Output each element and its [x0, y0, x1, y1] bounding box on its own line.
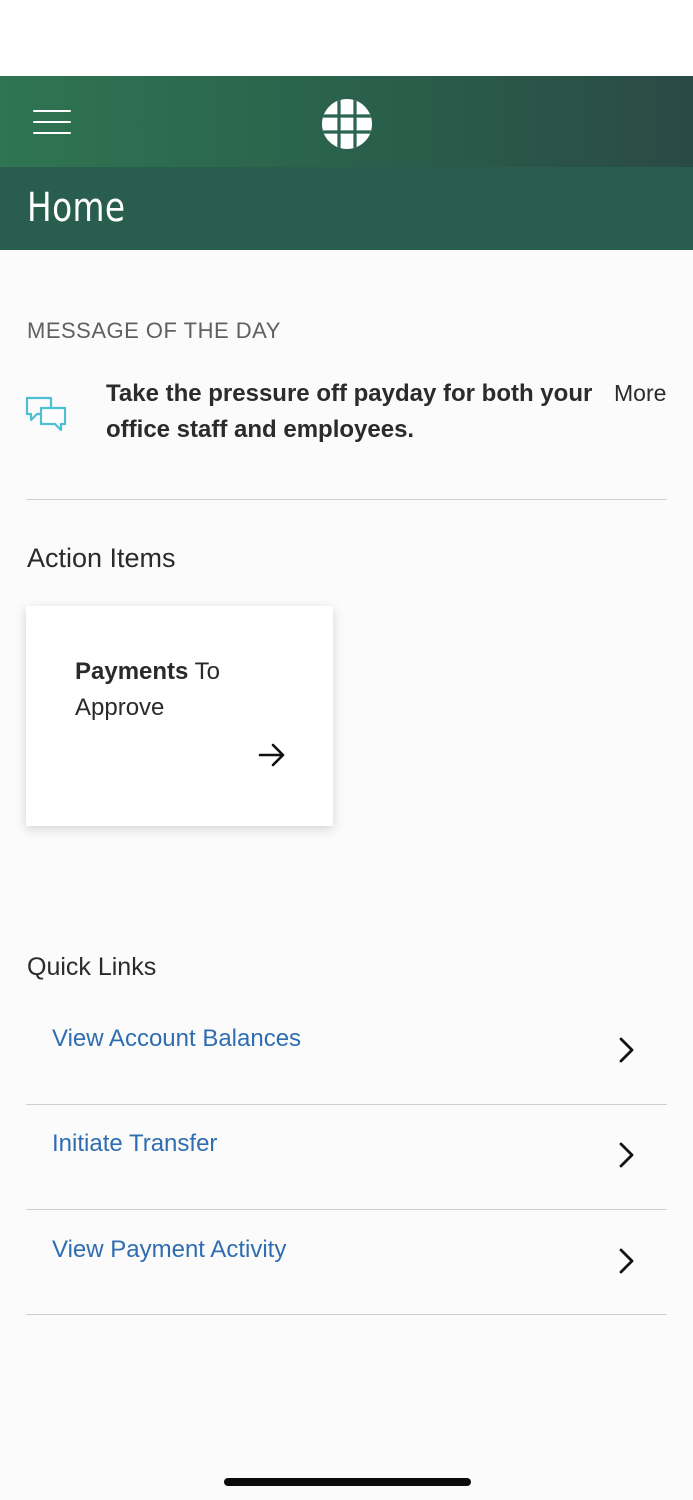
page-title: Home [27, 185, 126, 231]
divider [26, 499, 667, 500]
chevron-right-icon [619, 1037, 634, 1063]
message-more-link[interactable]: More [614, 380, 666, 407]
globe-grid-logo-icon [322, 99, 372, 149]
quick-link-label: View Account Balances [52, 1025, 302, 1052]
home-indicator[interactable] [224, 1478, 471, 1486]
action-items-heading: Action Items [27, 543, 176, 573]
quick-link-label: View Payment Activity [52, 1236, 287, 1263]
divider [26, 1104, 667, 1105]
status-bar [0, 0, 693, 76]
quick-link-view-account-balances[interactable]: View Account Balances [26, 1001, 667, 1105]
quick-link-label: Initiate Transfer [52, 1130, 218, 1157]
message-of-the-day-text: Take the pressure off payday for both yo… [106, 380, 593, 443]
message-of-the-day-heading: MESSAGE OF THE DAY [27, 318, 281, 343]
chevron-right-icon [619, 1142, 634, 1168]
quick-links-heading: Quick Links [27, 953, 157, 981]
divider [26, 1209, 667, 1210]
quick-link-initiate-transfer[interactable]: Initiate Transfer [26, 1106, 667, 1210]
divider [26, 1314, 667, 1315]
quick-link-view-payment-activity[interactable]: View Payment Activity [26, 1212, 667, 1316]
card-title: Payments To Approve [75, 654, 275, 726]
chat-bubbles-icon [25, 396, 67, 432]
hamburger-menu-icon[interactable] [33, 110, 71, 134]
chevron-right-icon [619, 1248, 634, 1274]
payments-to-approve-card[interactable]: Payments To Approve [26, 606, 333, 826]
card-title-bold: Payments [75, 658, 189, 685]
arrow-right-icon [258, 743, 285, 767]
